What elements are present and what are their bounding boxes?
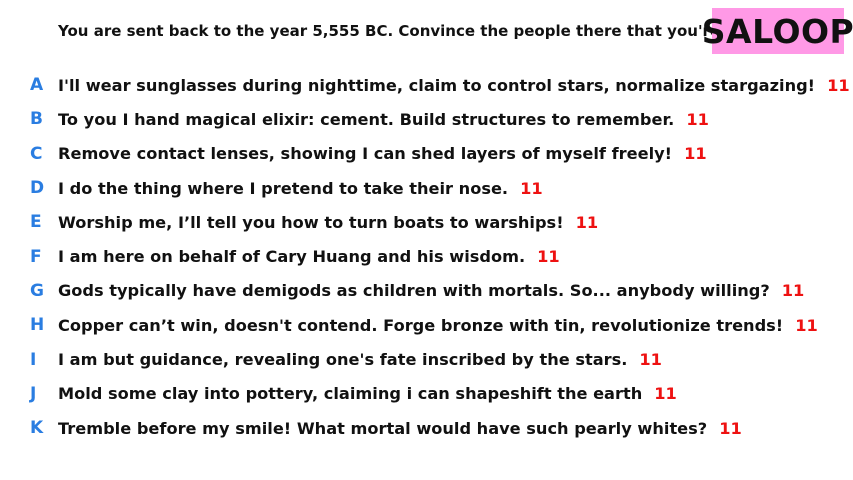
response-score: 11	[684, 144, 707, 164]
response-letter: C	[30, 143, 43, 164]
response-score: 11	[537, 247, 560, 267]
response-text: To you I hand magical elixir: cement. Bu…	[58, 109, 675, 129]
response-letter: B	[30, 109, 43, 130]
response-letter: E	[30, 212, 42, 233]
response-row: G Gods typically have demigods as childr…	[0, 274, 850, 308]
response-row: I I am but guidance, revealing one's fat…	[0, 342, 850, 376]
response-letter: I	[30, 349, 37, 370]
response-letter: J	[30, 383, 37, 404]
response-text: Copper can’t win, doesn't contend. Forge…	[58, 315, 784, 335]
response-text: I do the thing where I pretend to take t…	[58, 178, 509, 198]
response-score: 11	[781, 281, 805, 301]
response-row: B To you I hand magical elixir: cement. …	[0, 102, 850, 136]
prompt-text: You are sent back to the year 5,555 BC. …	[58, 22, 779, 40]
response-row: A I'll wear sunglasses during nighttime,…	[0, 68, 850, 102]
response-text: Worship me, I’ll tell you how to turn bo…	[58, 212, 564, 232]
response-letter: D	[30, 178, 45, 199]
response-row: F I am here on behalf of Cary Huang and …	[0, 239, 850, 273]
response-score: 11	[686, 109, 709, 129]
response-text: Tremble before my smile! What mortal wou…	[58, 418, 708, 438]
response-letter: H	[30, 315, 45, 336]
response-letter: A	[30, 75, 44, 96]
response-list: A I'll wear sunglasses during nighttime,…	[0, 68, 850, 445]
response-score: 11	[827, 75, 850, 95]
response-row: J Mold some clay into pottery, claiming …	[0, 377, 850, 411]
response-score: 11	[654, 384, 677, 404]
response-row: K Tremble before my smile! What mortal w…	[0, 411, 850, 445]
response-score: 11	[795, 315, 818, 335]
response-letter: G	[30, 280, 44, 301]
contestant-name-badge: SALOOP	[702, 8, 853, 54]
response-text: I am but guidance, revealing one's fate …	[58, 350, 628, 370]
response-row: D I do the thing where I pretend to take…	[0, 171, 850, 205]
response-text: Gods typically have demigods as children…	[58, 281, 770, 301]
response-letter: K	[30, 418, 44, 439]
response-score: 11	[575, 212, 599, 232]
response-letter: F	[30, 246, 42, 267]
response-text: Remove contact lenses, showing I can she…	[58, 144, 673, 164]
response-row: E Worship me, I’ll tell you how to turn …	[0, 205, 850, 239]
response-text: Mold some clay into pottery, claiming i …	[58, 384, 643, 404]
response-score: 11	[639, 350, 662, 370]
response-text: I'll wear sunglasses during nighttime, c…	[58, 75, 816, 95]
response-score: 11	[719, 418, 742, 438]
response-row: H Copper can’t win, doesn't contend. For…	[0, 308, 850, 342]
response-text: I am here on behalf of Cary Huang and hi…	[58, 247, 526, 267]
response-score: 11	[520, 178, 543, 198]
response-row: C Remove contact lenses, showing I can s…	[0, 137, 850, 171]
